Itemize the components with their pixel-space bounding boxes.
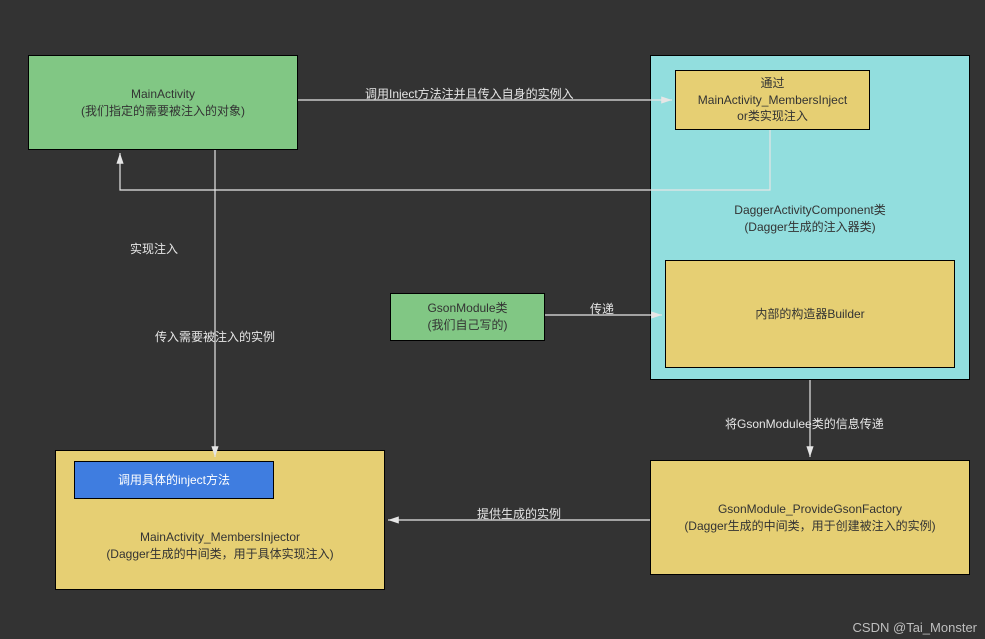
edge-pass-gson-module: 将GsonModulee类的信息传递 bbox=[725, 415, 884, 432]
gson-factory-title: GsonModule_ProvideGsonFactory bbox=[684, 501, 935, 518]
watermark: CSDN @Tai_Monster bbox=[853, 620, 977, 635]
members-injector-top-box: 通过 MainActivity_MembersInject or类实现注入 bbox=[675, 70, 870, 130]
gson-factory-subtitle: (Dagger生成的中间类，用于创建被注入的实例) bbox=[684, 518, 935, 535]
mi-bottom-subtitle: (Dagger生成的中间类，用于具体实现注入) bbox=[56, 546, 384, 563]
edge-impl-inject: 实现注入 bbox=[130, 240, 178, 257]
gson-module-subtitle: (我们自己写的) bbox=[427, 317, 507, 334]
inject-method-label: 调用具体的inject方法 bbox=[118, 472, 230, 489]
edge-pass-instance: 传入需要被注入的实例 bbox=[155, 328, 275, 345]
dagger-component-subtitle: (Dagger生成的注入器类) bbox=[651, 218, 969, 235]
main-activity-subtitle: (我们指定的需要被注入的对象) bbox=[81, 103, 245, 120]
edge-provide-instance: 提供生成的实例 bbox=[477, 505, 561, 522]
main-activity-title: MainActivity bbox=[81, 86, 245, 103]
mi-top-line2: MainActivity_MembersInject bbox=[698, 92, 847, 109]
members-injector-bottom-box: 调用具体的inject方法 MainActivity_MembersInject… bbox=[55, 450, 385, 590]
mi-top-line1: 通过 bbox=[698, 75, 847, 92]
inject-method-box: 调用具体的inject方法 bbox=[74, 461, 274, 499]
main-activity-box: MainActivity (我们指定的需要被注入的对象) bbox=[28, 55, 298, 150]
mi-bottom-title: MainActivity_MembersInjector bbox=[56, 529, 384, 546]
gson-factory-box: GsonModule_ProvideGsonFactory (Dagger生成的… bbox=[650, 460, 970, 575]
edge-pass: 传递 bbox=[590, 300, 614, 317]
builder-label: 内部的构造器Builder bbox=[755, 306, 864, 323]
builder-box: 内部的构造器Builder bbox=[665, 260, 955, 368]
dagger-component-title: DaggerActivityComponent类 bbox=[651, 201, 969, 218]
mi-top-line3: or类实现注入 bbox=[698, 108, 847, 125]
gson-module-title: GsonModule类 bbox=[427, 300, 507, 317]
edge-call-inject: 调用Inject方法注并且传入自身的实例入 bbox=[365, 85, 574, 102]
gson-module-box: GsonModule类 (我们自己写的) bbox=[390, 293, 545, 341]
